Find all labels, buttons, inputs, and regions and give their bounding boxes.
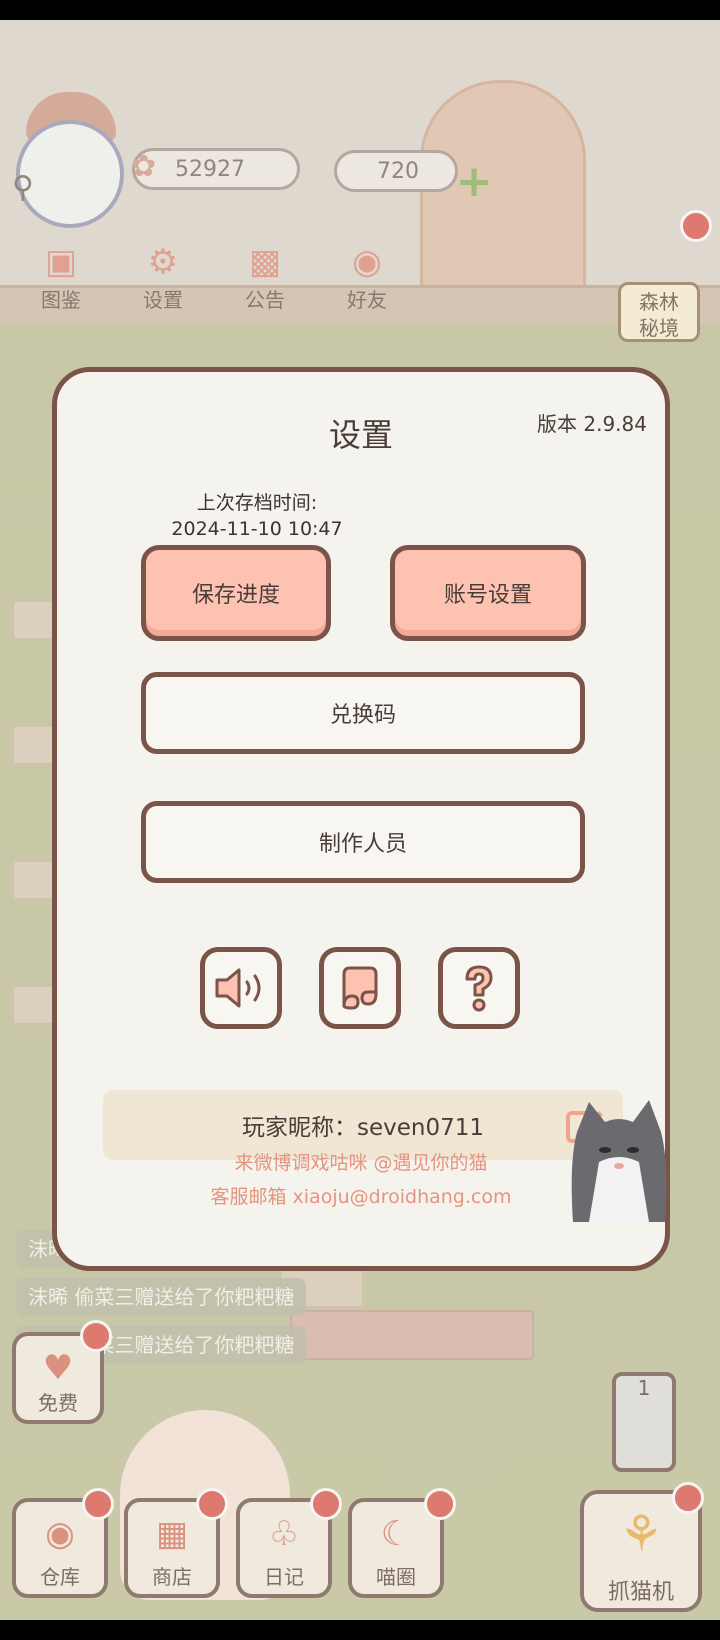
music-icon (342, 966, 378, 1010)
sound-icon (215, 968, 261, 1008)
account-settings-button[interactable]: 账号设置 (390, 545, 586, 641)
credits-label: 制作人员 (318, 832, 407, 857)
nickname-text: 玩家昵称：seven0711 (241, 1115, 484, 1141)
help-icon (465, 965, 493, 1012)
cat-photo (571, 1100, 667, 1222)
help-button[interactable] (438, 947, 520, 1029)
last-save-time: 2024-11-10 10:47 (171, 518, 343, 540)
status-bar (0, 0, 720, 20)
save-progress-label: 保存进度 (191, 583, 280, 608)
account-settings-label: 账号设置 (443, 583, 532, 608)
settings-dialog: 设置 版本 2.9.84 上次存档时间: 2024-11-10 10:47 保存… (52, 367, 670, 1271)
redeem-code-label: 兑换码 (329, 703, 396, 728)
music-button[interactable] (319, 947, 401, 1029)
last-save-info: 上次存档时间: 2024-11-10 10:47 (137, 490, 377, 542)
navigation-bar (0, 1620, 720, 1640)
credits-button[interactable]: 制作人员 (141, 801, 585, 883)
version-label: 版本 2.9.84 (537, 412, 647, 436)
last-save-label: 上次存档时间: (196, 492, 318, 514)
redeem-code-button[interactable]: 兑换码 (141, 672, 585, 754)
save-progress-button[interactable]: 保存进度 (141, 545, 331, 641)
sound-button[interactable] (200, 947, 282, 1029)
